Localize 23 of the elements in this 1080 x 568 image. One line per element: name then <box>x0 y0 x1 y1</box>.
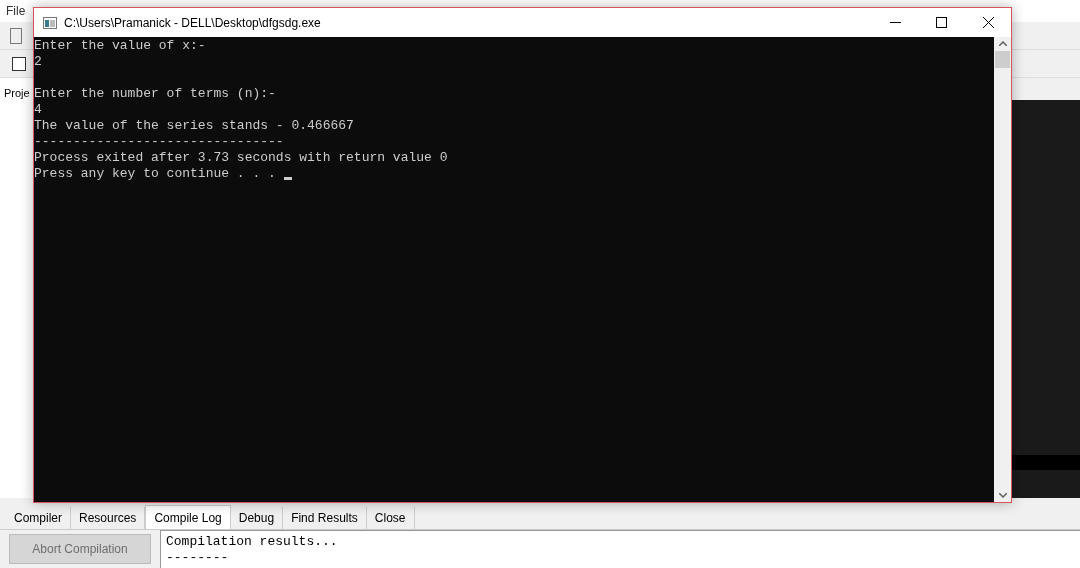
scroll-thumb[interactable] <box>995 51 1010 68</box>
console-line: -------------------------------- <box>34 134 284 150</box>
close-icon[interactable] <box>983 17 994 28</box>
window-title: C:\Users\Pramanick - DELL\Desktop\dfgsdg.exe <box>64 14 321 32</box>
scroll-up-icon[interactable] <box>998 41 1007 46</box>
scrollbar[interactable] <box>994 37 1011 502</box>
panel-tab[interactable]: Proje <box>4 87 30 99</box>
log-line: Compilation results... <box>166 534 339 550</box>
console-line: Press any key to continue . . . <box>34 166 277 182</box>
maximize-icon[interactable] <box>936 17 947 28</box>
console-line: 4 <box>34 102 42 118</box>
toolbar-icon[interactable] <box>12 56 26 71</box>
console-line: Process exited after 3.73 seconds with return value 0 <box>34 150 448 166</box>
panel-tab[interactable]: Compile Log <box>145 505 231 529</box>
console-line: 2 <box>34 54 42 70</box>
console-app-icon <box>43 16 57 29</box>
console-line: Enter the number of terms (n):- <box>34 86 276 102</box>
scroll-down-icon[interactable] <box>998 493 1007 498</box>
log-line: -------- <box>166 550 230 566</box>
console-line: Enter the value of x:- <box>34 38 206 54</box>
menu-item[interactable]: File <box>6 2 26 20</box>
minimize-icon[interactable] <box>890 21 901 24</box>
console-line: The value of the series stands - 0.466667 <box>34 118 354 134</box>
